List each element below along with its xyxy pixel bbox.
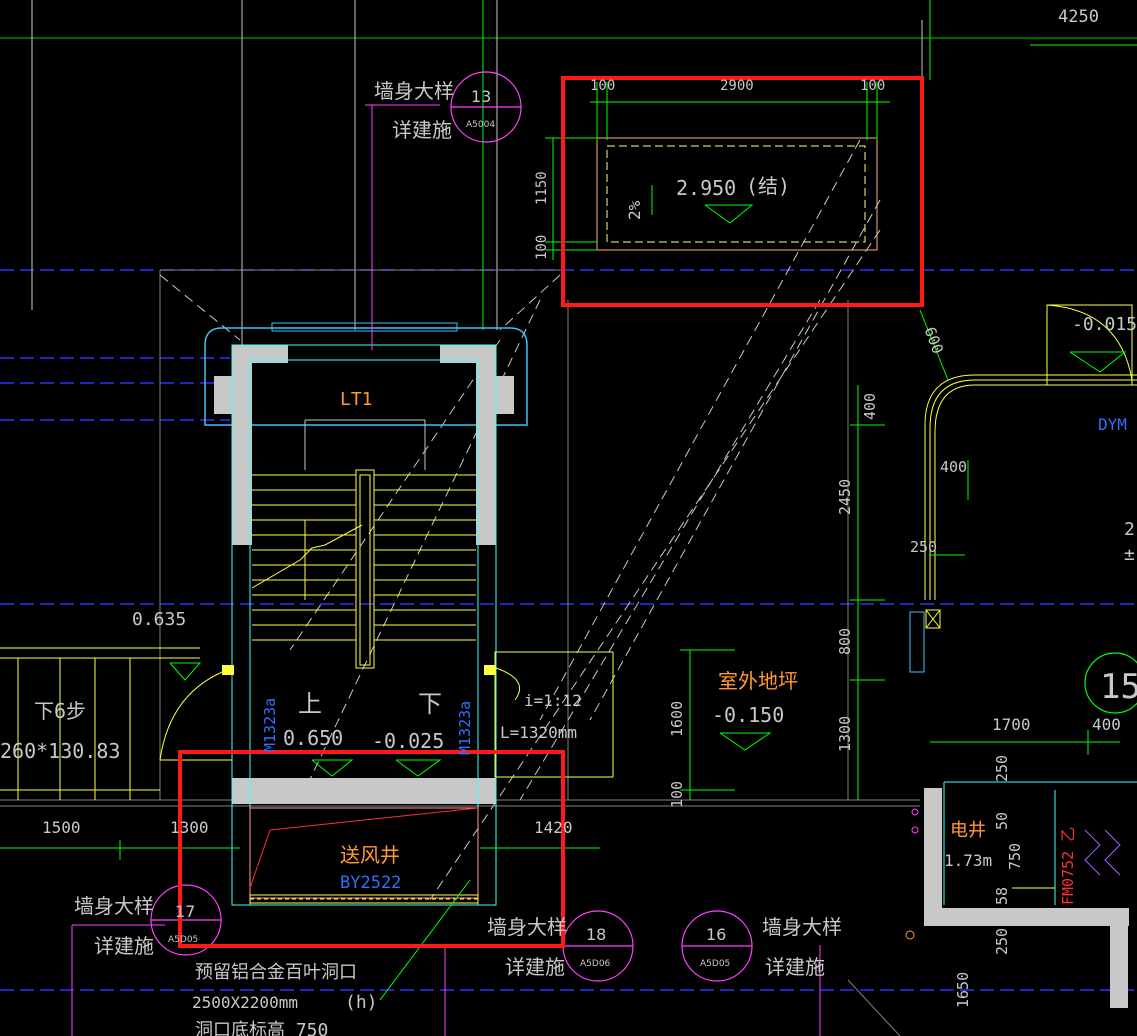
stairs-dim-label: 260*130.83 xyxy=(0,739,120,763)
stairs-down-label: 下6步 xyxy=(34,699,86,723)
electrical-shaft-label: 电井 xyxy=(950,820,986,841)
dim-2900: 2900 xyxy=(720,78,754,94)
dim-400b: 400 xyxy=(940,458,967,476)
outdoor-ground-label: 室外地坪 xyxy=(718,669,798,693)
dim-1600: 1600 xyxy=(668,701,686,737)
right-edge-pm: ± xyxy=(1124,544,1135,565)
dym-label: DYM xyxy=(1098,415,1127,434)
dim-1500: 1500 xyxy=(42,818,81,837)
wall-detail-3-number: 18 xyxy=(586,925,606,944)
elevation-m0015: -0.015 xyxy=(1072,314,1137,335)
slope-label: 2% xyxy=(625,200,644,220)
dim-400c: 400 xyxy=(1092,715,1121,734)
dim-50: 50 xyxy=(993,812,1011,830)
dim-100c: 100 xyxy=(534,235,550,260)
down-label: 下 xyxy=(418,690,442,718)
dim-1650: 1650 xyxy=(954,972,972,1008)
air-shaft-label: 送风井 xyxy=(340,843,400,867)
leader-lines xyxy=(71,104,821,1036)
elevation-m0150: -0.150 xyxy=(712,703,784,727)
dim-1300: 1300 xyxy=(836,716,854,752)
door-code-left: M1323a xyxy=(261,698,279,752)
dim-100b: 100 xyxy=(860,78,885,94)
wall-detail-2-sheet: A5D05 xyxy=(168,935,198,945)
elevation-0650: 0.650 xyxy=(283,726,343,750)
elevation-m0025: -0.025 xyxy=(372,729,444,753)
door-code-right: M1323a xyxy=(456,701,474,755)
wall-detail-1-number: 13 xyxy=(471,87,491,106)
stairwell-walls xyxy=(204,322,528,906)
elevation-0635: 0.635 xyxy=(132,609,186,630)
right-room xyxy=(909,304,1137,673)
dim-250b: 250 xyxy=(993,755,1011,782)
wall-detail-4-sheet: A5D05 xyxy=(700,959,730,969)
wall-detail-2-number: 17 xyxy=(175,902,195,921)
wall-detail-4-title: 墙身大样 xyxy=(762,915,842,939)
dim-4250: 4250 xyxy=(1058,7,1099,27)
stair-treads xyxy=(251,419,476,669)
wall-detail-3-title: 墙身大样 xyxy=(487,915,567,939)
wall-detail-2-title: 墙身大样 xyxy=(74,894,154,918)
stair-label-lt1: LT1 xyxy=(340,389,373,410)
electrical-shaft-dim: 1.73m xyxy=(944,851,992,870)
dim-250c: 250 xyxy=(993,928,1011,955)
dim-400a: 400 xyxy=(861,393,879,420)
dim-600: 600 xyxy=(921,325,947,357)
electrical-shaft xyxy=(905,781,1137,1008)
dim-58: 58 xyxy=(993,887,1011,905)
wall-detail-3-subtitle: 详建施 xyxy=(505,955,565,979)
louver-note-h: (h) xyxy=(345,992,378,1013)
dim-1150: 1150 xyxy=(534,171,550,205)
dim-750: 750 xyxy=(1006,843,1024,870)
dim-1300b: 1300 xyxy=(170,818,209,837)
wall-detail-3-sheet: A5D06 xyxy=(580,959,611,969)
ramp-length: L=1320mm xyxy=(500,723,577,742)
louver-note-2: 2500X2200mm xyxy=(192,993,298,1012)
elevation-note: (结) xyxy=(746,174,790,198)
dim-800: 800 xyxy=(836,628,854,655)
louver-note-3: 洞口底标高 750 xyxy=(195,1020,328,1036)
air-shaft-code: BY2522 xyxy=(340,873,401,893)
elevation-2950: 2.950 xyxy=(676,176,736,200)
wall-detail-2-subtitle: 详建施 xyxy=(94,934,154,958)
dim-1420: 1420 xyxy=(534,818,573,837)
wall-detail-1-sheet: A5004 xyxy=(466,120,495,130)
wall-detail-1-subtitle: 详建施 xyxy=(392,118,452,142)
cad-drawing-canvas[interactable]: 4250 100 2900 100 1150 100 2% 2.950 (结) … xyxy=(0,0,1137,1036)
dim-1700: 1700 xyxy=(992,715,1031,734)
wall-detail-4-subtitle: 详建施 xyxy=(765,955,825,979)
right-edge-21: 21 xyxy=(1124,519,1137,540)
wall-detail-1-title: 墙身大样 xyxy=(374,79,454,103)
highlight-box-canopy[interactable] xyxy=(561,76,924,307)
grid-lines xyxy=(0,0,1137,1036)
wall-detail-4-number: 16 xyxy=(706,925,726,944)
up-label: 上 xyxy=(298,690,322,718)
dim-100d: 100 xyxy=(668,781,686,808)
louver-note-1: 预留铝合金百叶洞口 xyxy=(195,962,357,983)
canopy-plan xyxy=(596,137,878,251)
fire-door-code: FM0752 乙 xyxy=(1059,827,1077,905)
dim-100a: 100 xyxy=(590,78,615,94)
dim-250a: 250 xyxy=(910,538,937,556)
floor-plan-drawing: 4250 100 2900 100 1150 100 2% 2.950 (结) … xyxy=(0,0,1137,1036)
dim-2450: 2450 xyxy=(836,479,854,515)
grid-bubble-15-label: 15 xyxy=(1100,667,1137,707)
ramp-slope: i=1:12 xyxy=(524,691,582,710)
